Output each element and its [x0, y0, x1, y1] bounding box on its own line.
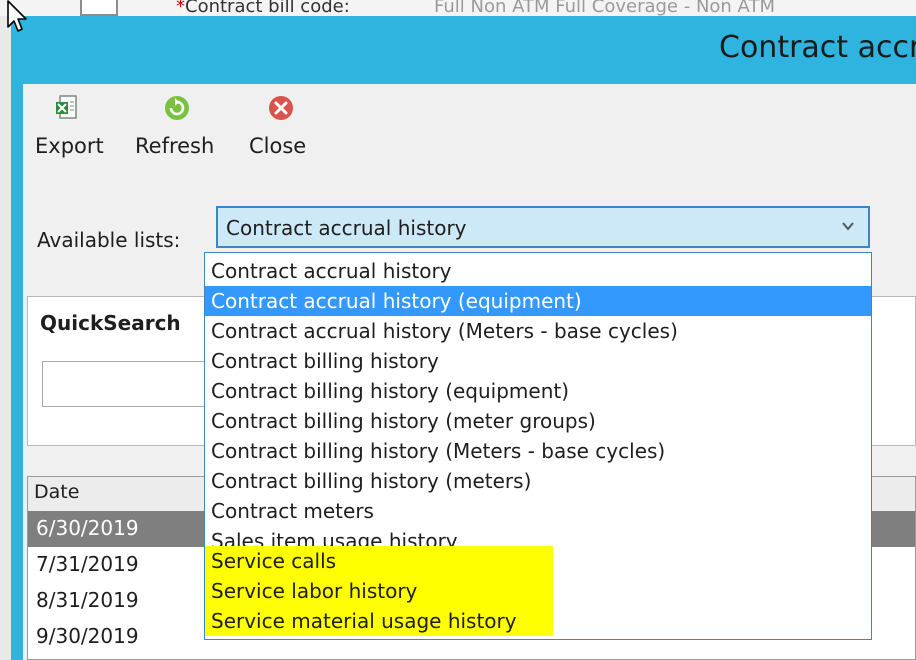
list-option[interactable]: Contract billing history (meters) [205, 466, 871, 496]
export-label: Export [35, 134, 104, 158]
export-icon [56, 95, 77, 119]
export-button[interactable]: Export [35, 90, 115, 170]
available-lists-selected-value: Contract accrual history [226, 216, 467, 240]
background-form-strip: *Contract bill code: Full Non ATM Full C… [0, 0, 916, 17]
available-lists-dropdown: Contract accrual history Contract accrua… [204, 252, 872, 640]
list-option[interactable]: Contract billing history [205, 346, 871, 376]
list-option-highlighted[interactable]: Service labor history [205, 576, 553, 606]
list-option[interactable]: Contract billing history (equipment) [205, 376, 871, 406]
list-option[interactable]: Contract accrual history (Meters - base … [205, 316, 871, 346]
bill-code-value: Full Non ATM Full Coverage - Non ATM [434, 0, 775, 17]
list-option[interactable]: Contract billing history (Meters - base … [205, 436, 871, 466]
close-button[interactable]: Close [249, 90, 319, 170]
list-option[interactable]: Contract accrual history [205, 256, 871, 286]
list-option[interactable]: Contract billing history (meter groups) [205, 406, 871, 436]
quicksearch-title: QuickSearch [40, 311, 181, 335]
list-option[interactable]: Contract meters [205, 496, 871, 526]
close-label: Close [249, 134, 307, 158]
dialog-title: Contract accr [719, 30, 916, 65]
close-icon [269, 96, 293, 120]
column-header-date[interactable]: Date [34, 481, 79, 503]
refresh-button[interactable]: Refresh [135, 90, 227, 170]
table-cell-date: 9/30/2019 [36, 624, 139, 648]
list-option-highlighted[interactable]: Service calls [205, 546, 553, 576]
mouse-cursor-icon [7, 0, 27, 32]
bill-code-label: *Contract bill code: [176, 0, 350, 17]
document-icon [80, 0, 118, 16]
table-cell-date: 7/31/2019 [36, 552, 139, 576]
list-option-highlighted[interactable]: Service material usage history [205, 606, 553, 636]
available-lists-select[interactable]: Contract accrual history [216, 206, 870, 248]
chevron-down-icon[interactable] [840, 218, 856, 234]
refresh-label: Refresh [135, 134, 215, 158]
list-option-hovered[interactable]: Contract accrual history (equipment) [205, 286, 871, 316]
dialog-title-bar[interactable]: Contract accr [11, 16, 916, 84]
refresh-icon [165, 96, 189, 120]
table-cell-date: 6/30/2019 [36, 516, 139, 540]
table-cell-date: 8/31/2019 [36, 588, 139, 612]
required-mark: * [176, 0, 185, 17]
bill-code-label-text: Contract bill code: [185, 0, 350, 17]
available-lists-label: Available lists: [37, 228, 181, 252]
